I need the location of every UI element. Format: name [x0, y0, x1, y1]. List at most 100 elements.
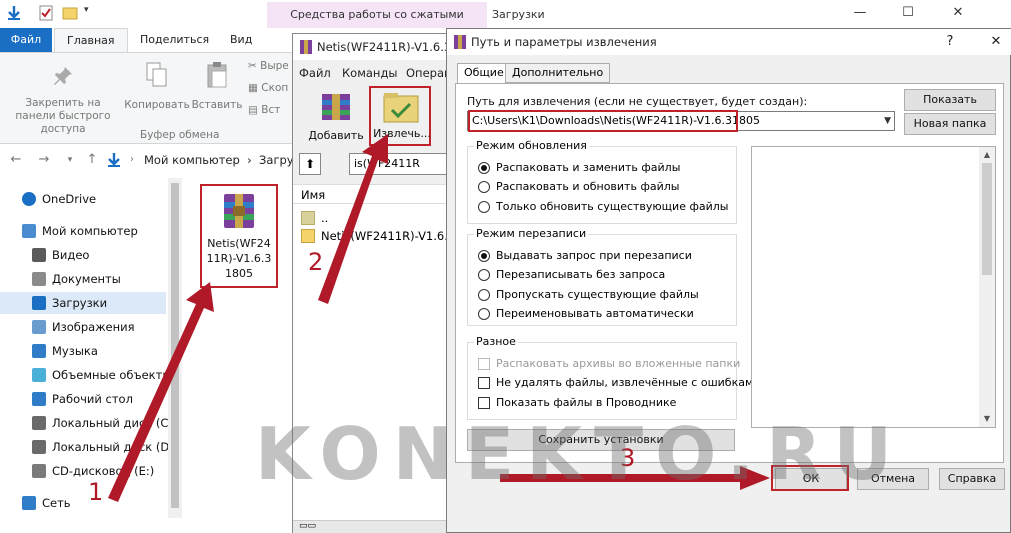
- help-question-button[interactable]: ?: [939, 31, 961, 53]
- step-number-3: 3: [620, 444, 636, 472]
- ok-highlight: [771, 465, 849, 491]
- chevron-down-icon[interactable]: ▼: [884, 112, 891, 130]
- sidebar-item-label: Локальный диск (D:): [52, 440, 178, 454]
- radio-button[interactable]: [478, 250, 490, 262]
- help-button[interactable]: Справка: [939, 468, 1005, 490]
- sidebar-item[interactable]: Объемные объекты: [0, 364, 171, 386]
- sidebar-item[interactable]: Документы: [0, 268, 166, 290]
- pictures-icon: [32, 320, 46, 334]
- radio-button[interactable]: [478, 201, 490, 213]
- pin-to-quick-access-button[interactable]: Закрепить на панели быстрого доступа: [4, 65, 122, 136]
- breadcrumb[interactable]: Мой компьютер › Загру: [144, 153, 294, 167]
- copy-button[interactable]: Копировать: [124, 61, 190, 112]
- radio-button[interactable]: [478, 308, 490, 320]
- drive-icon: [32, 440, 46, 454]
- add-tool-button[interactable]: Добавить: [305, 86, 367, 146]
- tab-file[interactable]: Файл: [0, 28, 52, 52]
- sidebar-item[interactable]: OneDrive: [0, 188, 166, 210]
- forward-arrow-icon[interactable]: →: [36, 152, 52, 168]
- save-settings-button[interactable]: Сохранить установки: [467, 429, 735, 451]
- tab-home[interactable]: Главная: [54, 28, 128, 52]
- sidebar-item[interactable]: Сеть: [0, 492, 166, 514]
- sidebar-item[interactable]: Загрузки: [0, 292, 166, 314]
- up-arrow-icon[interactable]: ↑: [84, 152, 100, 168]
- cut-button[interactable]: ✂ Выре: [248, 60, 289, 73]
- dialog-close-button[interactable]: ✕: [985, 31, 1007, 53]
- paste-shortcut-button[interactable]: ▤ Вст: [248, 104, 280, 117]
- checkbox[interactable]: [478, 397, 490, 409]
- sidebar-item[interactable]: Изображения: [0, 316, 166, 338]
- tree-scrollbar[interactable]: ▲ ▼: [979, 147, 995, 427]
- nav-scrollbar[interactable]: [168, 178, 182, 518]
- menu-operations[interactable]: Операц: [406, 66, 452, 80]
- new-folder-button[interactable]: Новая папка: [904, 113, 996, 135]
- checkbox[interactable]: [478, 377, 490, 389]
- quick-access-dropdown-icon[interactable]: ▾: [84, 5, 100, 21]
- folder-tree[interactable]: ▲ ▼: [751, 146, 996, 428]
- sidebar-item[interactable]: Локальный диск (C:): [0, 412, 177, 434]
- column-name[interactable]: Имя: [301, 185, 325, 205]
- extract-path-label: Путь для извлечения (если не существует,…: [467, 95, 808, 108]
- sidebar-item[interactable]: Локальный диск (D:): [0, 436, 178, 458]
- show-button[interactable]: Показать: [904, 89, 996, 111]
- scroll-up-icon[interactable]: ▲: [979, 147, 995, 163]
- copy-path-label: Скоп: [261, 82, 289, 94]
- breadcrumb-chevron-icon[interactable]: ›: [124, 152, 140, 168]
- nav-scrollbar-thumb[interactable]: [171, 183, 179, 508]
- recent-dropdown-icon[interactable]: ▾: [62, 152, 78, 168]
- archive-file-tile[interactable]: Netis(WF24 11R)-V1.6.3 1805: [200, 184, 278, 288]
- music-icon: [32, 344, 46, 358]
- tree-scrollbar-thumb[interactable]: [982, 163, 992, 275]
- sidebar-item[interactable]: Видео: [0, 244, 166, 266]
- cancel-button[interactable]: Отмена: [857, 468, 929, 490]
- sidebar-item[interactable]: Рабочий стол: [0, 388, 166, 410]
- winrar-statusbar: ▭▭: [293, 520, 453, 533]
- sidebar-item[interactable]: CD-дисковод (E:): [0, 460, 166, 482]
- checkbox: [478, 358, 490, 370]
- cut-label: Выре: [260, 60, 289, 72]
- scroll-down-icon[interactable]: ▼: [979, 411, 995, 427]
- close-window-button[interactable]: ✕: [948, 4, 968, 22]
- minimize-button[interactable]: —: [850, 4, 870, 22]
- tab-view[interactable]: Вид: [218, 28, 264, 52]
- sidebar-item-label: Загрузки: [52, 296, 108, 310]
- back-arrow-icon[interactable]: ←: [8, 152, 24, 168]
- extract-to-tool-button[interactable]: Извлечь...: [369, 86, 431, 146]
- radio-button[interactable]: [478, 162, 490, 174]
- sidebar-item[interactable]: Музыка: [0, 340, 166, 362]
- sidebar-item[interactable]: Мой компьютер: [0, 220, 166, 242]
- extract-to-tool-label: Извлечь...: [373, 127, 431, 140]
- list-item-folder[interactable]: Netis(WF2411R)-V1.6.318: [299, 226, 470, 246]
- compressed-folder-tools-tab[interactable]: Средства работы со сжатыми папками: [267, 2, 487, 47]
- paste-button[interactable]: Вставить: [190, 61, 244, 112]
- cloud-icon: [22, 192, 36, 206]
- breadcrumb-downloads[interactable]: Загру: [259, 153, 294, 167]
- misc-group: Разное Распаковать архивы во вложенные п…: [467, 335, 760, 420]
- clipboard-icon: [207, 62, 227, 88]
- maximize-button[interactable]: ☐: [898, 4, 918, 22]
- winrar-title: Netis(WF2411R)-V1.6.318: [317, 40, 466, 54]
- option-label: Переименовывать автоматически: [496, 307, 694, 320]
- breadcrumb-my-computer[interactable]: Мой компьютер: [144, 153, 240, 167]
- radio-button[interactable]: [478, 289, 490, 301]
- new-folder-icon[interactable]: [62, 5, 78, 21]
- download-icon: [32, 296, 46, 310]
- properties-icon[interactable]: [38, 5, 54, 21]
- menu-commands[interactable]: Команды: [342, 66, 397, 80]
- sidebar-item-label: Документы: [52, 272, 121, 286]
- up-folder-button[interactable]: ⬆: [299, 153, 321, 175]
- tab-general[interactable]: Общие: [457, 63, 511, 84]
- list-item-parent[interactable]: ..: [299, 208, 453, 228]
- window-title: Загрузки: [492, 8, 545, 21]
- radio-button[interactable]: [478, 181, 490, 193]
- copy-path-button[interactable]: ▦ Скоп: [248, 82, 288, 95]
- winrar-app-icon: [454, 35, 466, 49]
- winrar-path-field[interactable]: is(WF2411R: [349, 153, 449, 175]
- download-arrow-icon[interactable]: [6, 5, 22, 21]
- radio-button[interactable]: [478, 269, 490, 281]
- winrar-window: Netis(WF2411R)-V1.6.318 Файл Команды Опе…: [292, 33, 470, 533]
- menu-file[interactable]: Файл: [299, 66, 331, 80]
- update-mode-group: Режим обновления Распаковать и заменить …: [467, 139, 737, 224]
- tab-share[interactable]: Поделиться: [128, 28, 221, 52]
- tab-advanced[interactable]: Дополнительно: [505, 63, 611, 83]
